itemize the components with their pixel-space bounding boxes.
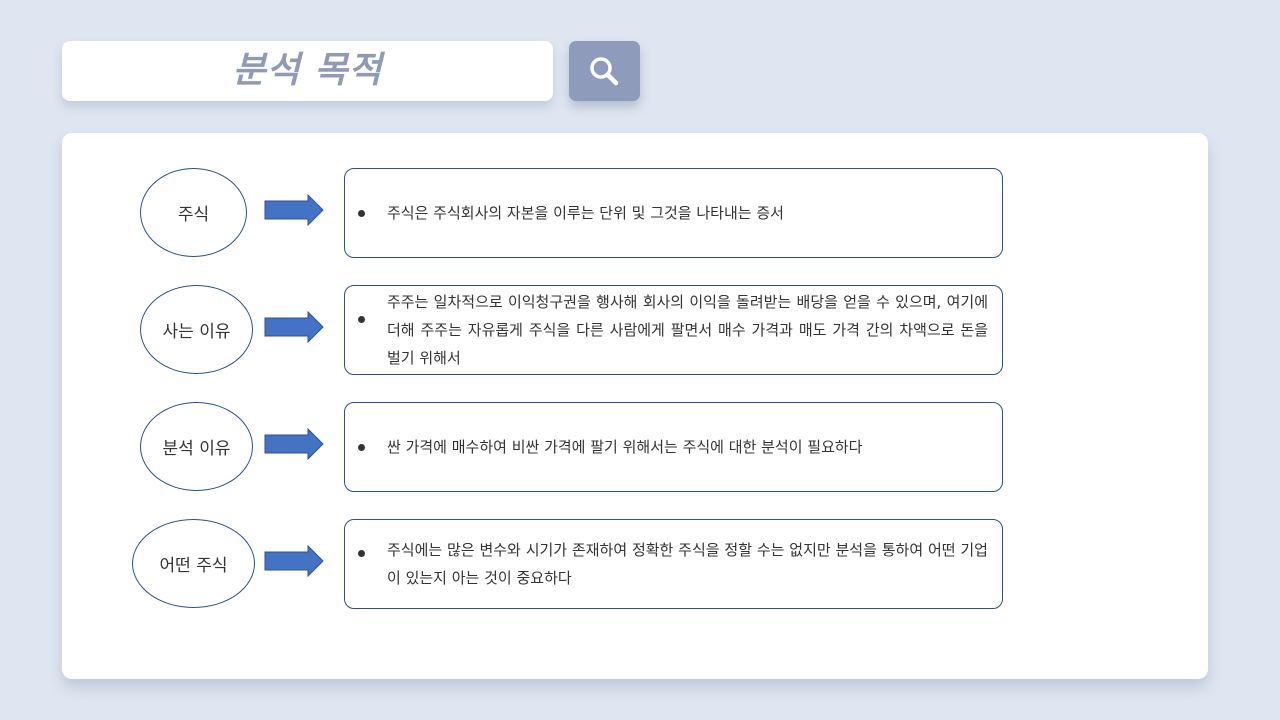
term-ellipse-stock: 주식 [140, 168, 247, 257]
description-box: 주식에는 많은 변수와 시기가 존재하여 정확한 주식을 정할 수는 없지만 분… [344, 519, 1003, 609]
right-arrow-icon [264, 545, 324, 577]
page-title: 분석 목적 [232, 50, 383, 91]
right-arrow-icon [264, 311, 324, 343]
bullet-icon [358, 443, 365, 451]
term-label: 분석 이유 [162, 439, 231, 459]
description-text: 주주는 일차적으로 이익청구권을 행사해 회사의 이익을 돌려받는 배당을 얻을… [387, 293, 988, 367]
bullet-icon [358, 209, 365, 217]
bullet-icon [358, 316, 365, 323]
description-text: 주식에는 많은 변수와 시기가 존재하여 정확한 주식을 정할 수는 없지만 분… [387, 541, 988, 587]
term-label: 주식 [177, 205, 210, 225]
row-reason-to-buy: 사는 이유 주주는 일차적으로 이익청구권을 행사해 회사의 이익을 돌려받는 … [62, 285, 1208, 377]
term-ellipse-analysis-reason: 분석 이유 [140, 402, 253, 491]
content-panel: 주식 주식은 주식회사의 자본을 이루는 단위 및 그것을 나타내는 증서 사는… [62, 133, 1208, 679]
description-text: 주식은 주식회사의 자본을 이루는 단위 및 그것을 나타내는 증서 [387, 204, 784, 222]
description-box: 주주는 일차적으로 이익청구권을 행사해 회사의 이익을 돌려받는 배당을 얻을… [344, 285, 1003, 375]
term-label: 어떤 주식 [159, 556, 228, 576]
row-which-stock: 어떤 주식 주식에는 많은 변수와 시기가 존재하여 정확한 주식을 정할 수는… [62, 519, 1208, 611]
right-arrow-icon [264, 428, 324, 460]
row-analysis-reason: 분석 이유 싼 가격에 매수하여 비싼 가격에 팔기 위해서는 주식에 대한 분… [62, 402, 1208, 494]
title-bar[interactable]: 분석 목적 [62, 41, 553, 101]
term-label: 사는 이유 [162, 322, 231, 342]
description-box: 주식은 주식회사의 자본을 이루는 단위 및 그것을 나타내는 증서 [344, 168, 1003, 258]
row-stock: 주식 주식은 주식회사의 자본을 이루는 단위 및 그것을 나타내는 증서 [62, 168, 1208, 260]
right-arrow-icon [264, 194, 324, 226]
bullet-icon [358, 550, 365, 557]
search-button[interactable] [569, 41, 640, 101]
term-ellipse-which-stock: 어떤 주식 [132, 519, 255, 608]
description-box: 싼 가격에 매수하여 비싼 가격에 팔기 위해서는 주식에 대한 분석이 필요하… [344, 402, 1003, 492]
description-text: 싼 가격에 매수하여 비싼 가격에 팔기 위해서는 주식에 대한 분석이 필요하… [387, 438, 863, 456]
term-ellipse-reason-to-buy: 사는 이유 [140, 285, 253, 374]
search-icon [590, 57, 619, 86]
